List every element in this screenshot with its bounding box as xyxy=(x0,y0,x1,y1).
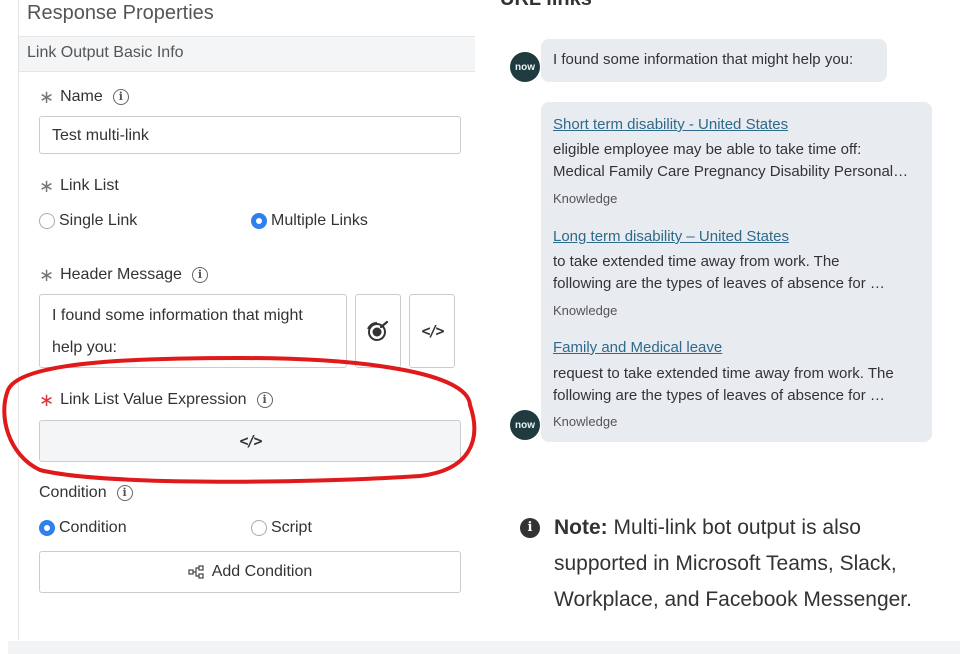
link-description: to take extended time away from work. Th… xyxy=(553,253,840,270)
link-list-label: ∗ Link List xyxy=(39,177,119,195)
add-condition-button[interactable]: Add Condition xyxy=(39,551,461,593)
variable-picker-icon xyxy=(367,320,389,341)
section-header: Link Output Basic Info xyxy=(19,36,475,72)
link-description: Medical Family Care Pregnancy Disability… xyxy=(553,163,909,180)
link-description: eligible employee may be able to take ti… xyxy=(553,141,862,158)
link-description: following are the types of leaves of abs… xyxy=(553,275,885,292)
header-message-line: help you: xyxy=(52,339,117,356)
info-icon[interactable]: i xyxy=(116,485,133,501)
condition-label-text: Condition xyxy=(39,484,107,501)
link-list-value-expression-button[interactable]: </> xyxy=(39,420,461,462)
radio-script[interactable]: Script xyxy=(251,519,312,537)
chat-bubble-links: Short term disability - United States el… xyxy=(541,102,932,442)
flow-icon xyxy=(188,565,204,579)
header-message-label-text: Header Message xyxy=(60,266,182,283)
radio-multiple-links[interactable]: Multiple Links xyxy=(251,212,368,230)
radio-label: Script xyxy=(271,519,312,536)
response-properties-panel: Response Properties Link Output Basic In… xyxy=(18,0,475,640)
header-message-label: ∗ Header Message i xyxy=(39,266,208,284)
info-icon[interactable]: i xyxy=(191,267,208,283)
name-label-text: Name xyxy=(60,88,103,105)
panel-title: Response Properties xyxy=(27,2,214,24)
bot-avatar: now xyxy=(510,410,540,440)
bot-avatar: now xyxy=(510,52,540,82)
required-asterisk: ∗ xyxy=(39,176,55,196)
radio-label: Multiple Links xyxy=(271,212,368,229)
link-source: Knowledge xyxy=(553,303,618,318)
script-editor-button[interactable]: </> xyxy=(409,294,455,368)
note-text: Note: Multi-link bot output is also supp… xyxy=(554,510,944,618)
info-circle-icon: i xyxy=(520,518,540,538)
link-list-value-expression-label: ∗ Link List Value Expression i xyxy=(39,391,273,409)
code-icon: </> xyxy=(421,322,444,340)
add-condition-label: Add Condition xyxy=(211,563,313,580)
radio-condition[interactable]: Condition xyxy=(39,519,127,537)
link-source: Knowledge xyxy=(553,191,618,206)
link-description: request to take extended time away from … xyxy=(553,365,894,382)
condition-label: Condition i xyxy=(39,484,133,502)
section-heading: URL links xyxy=(500,0,592,11)
chat-bubble-intro: I found some information that might help… xyxy=(541,39,887,82)
required-asterisk: ∗ xyxy=(39,265,55,285)
header-message-input[interactable]: I found some information that might help… xyxy=(39,294,347,368)
name-label: ∗ Name i xyxy=(39,88,129,106)
required-asterisk: ∗ xyxy=(39,390,55,410)
radio-circle xyxy=(39,213,55,229)
info-icon[interactable]: i xyxy=(112,89,129,105)
radio-circle xyxy=(251,520,267,536)
link-description: following are the types of leaves of abs… xyxy=(553,387,885,404)
radio-circle-selected xyxy=(251,213,267,229)
footer-bar xyxy=(8,641,960,654)
link-list-value-expression-label-text: Link List Value Expression xyxy=(60,391,247,408)
link-long-term-disability[interactable]: Long term disability – United States xyxy=(553,228,789,245)
required-asterisk: ∗ xyxy=(39,87,55,107)
info-icon[interactable]: i xyxy=(256,392,273,408)
name-input[interactable]: Test multi-link xyxy=(39,116,461,154)
code-icon: </> xyxy=(239,432,262,450)
note-body: Multi-link bot output is also supported … xyxy=(554,516,912,611)
link-list-label-text: Link List xyxy=(60,177,119,194)
radio-label: Condition xyxy=(59,519,127,536)
radio-label: Single Link xyxy=(59,212,138,229)
link-source: Knowledge xyxy=(553,414,618,429)
section-header-label: Link Output Basic Info xyxy=(27,44,184,61)
radio-circle-selected xyxy=(39,520,55,536)
radio-single-link[interactable]: Single Link xyxy=(39,212,137,230)
pill-picker-button[interactable] xyxy=(355,294,401,368)
note-label: Note: xyxy=(554,516,608,539)
link-family-medical-leave[interactable]: Family and Medical leave xyxy=(553,339,722,356)
link-short-term-disability[interactable]: Short term disability - United States xyxy=(553,116,788,133)
header-message-line: I found some information that might xyxy=(52,307,303,324)
name-input-value: Test multi-link xyxy=(52,127,149,144)
intro-message: I found some information that might help… xyxy=(553,51,854,68)
